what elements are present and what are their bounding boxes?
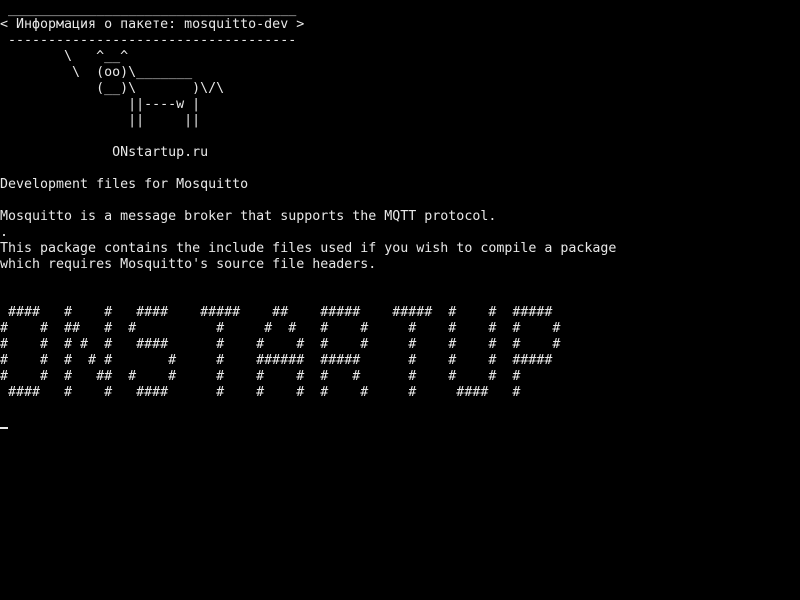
banner-ascii-line: # # # # # #### # # # # # # # # # # — [0, 337, 561, 352]
speech-bubble-bottom-border: ------------------------------------ — [0, 33, 297, 48]
text-cursor — [0, 427, 8, 429]
banner-ascii-line: #### # # #### ##### ## ##### ##### # # #… — [0, 305, 553, 320]
cow-ascii-line: ||----w | — [0, 97, 201, 112]
package-summary: Development files for Mosquitto — [0, 177, 249, 192]
description-line: which requires Mosquitto's source file h… — [0, 257, 377, 272]
cow-ascii-line: (__)\ )\/\ — [0, 81, 225, 96]
site-label: ONstartup.ru — [0, 145, 209, 160]
description-line: . — [0, 225, 9, 240]
description-line: This package contains the include files … — [0, 241, 617, 256]
banner-ascii-line: #### # # #### # # # # # # #### # — [0, 385, 521, 400]
cow-ascii-line: \ (oo)\_______ — [0, 65, 193, 80]
cow-ascii-line: \ ^__^ — [0, 49, 129, 64]
banner-ascii-line: # # # # # # # ###### ##### # # # ##### — [0, 353, 553, 368]
terminal-screen[interactable]: ____________________________________ < И… — [0, 0, 800, 600]
description-line: Mosquitto is a message broker that suppo… — [0, 209, 497, 224]
speech-bubble-top-border: ____________________________________ — [0, 2, 297, 17]
banner-ascii-line: # # # ## # # # # # # # # # # # — [0, 369, 521, 384]
speech-bubble-text: < Информация о пакете: mosquitto-dev > — [0, 17, 305, 32]
cow-ascii-line: || || — [0, 113, 201, 128]
banner-ascii-line: # # ## # # # # # # # # # # # # — [0, 321, 561, 336]
